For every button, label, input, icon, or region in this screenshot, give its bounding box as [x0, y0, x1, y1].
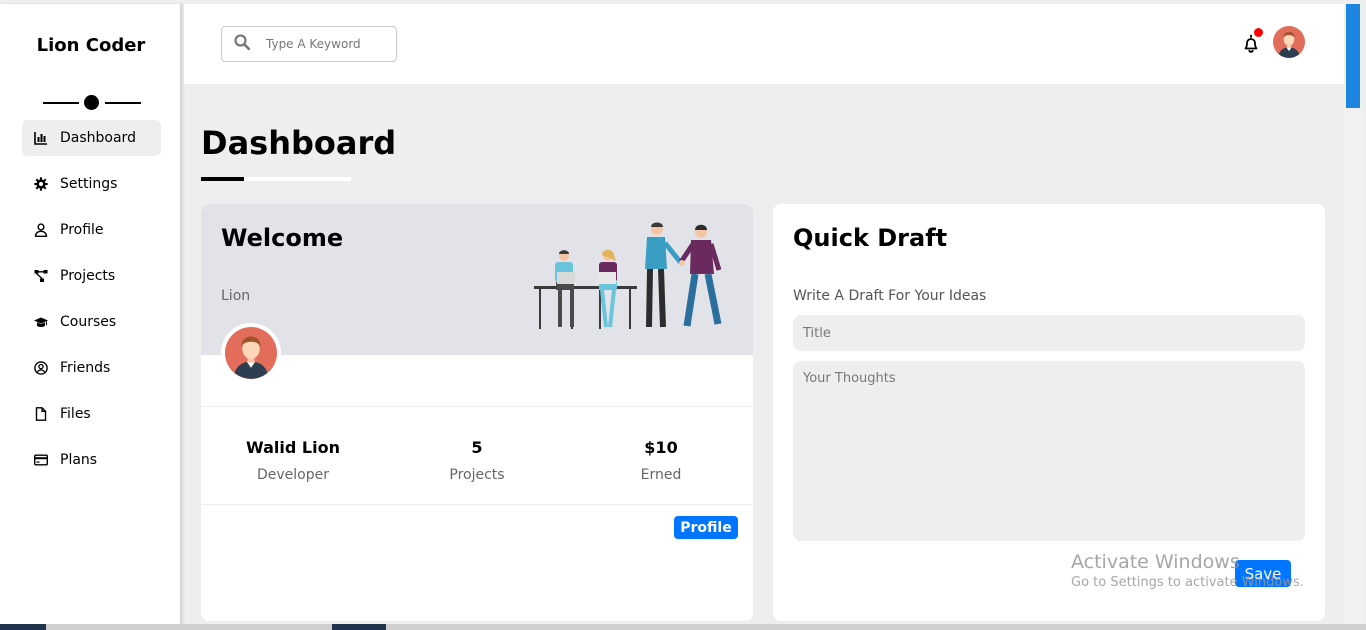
- taskbar-edge: [0, 624, 1366, 630]
- credit-card-icon: [34, 453, 48, 467]
- stat-value: Walid Lion: [246, 438, 340, 457]
- sidebar-item-profile[interactable]: Profile: [22, 212, 161, 248]
- gear-icon: [34, 177, 48, 191]
- sidebar-item-label: Dashboard: [60, 130, 136, 146]
- diagram-project-icon: [34, 269, 48, 283]
- user-circle-icon: [34, 361, 48, 375]
- stat-name: Walid Lion Developer: [201, 407, 385, 504]
- quick-draft-title: Quick Draft: [793, 224, 948, 252]
- sidebar-nav: Dashboard Settings Profile Projects Cour…: [22, 120, 161, 488]
- sidebar-item-label: Courses: [60, 314, 117, 330]
- bell-icon[interactable]: [1241, 34, 1261, 54]
- sidebar-item-label: Profile: [60, 222, 104, 238]
- file-icon: [34, 407, 48, 421]
- quick-draft-card: Quick Draft Write A Draft For Your Ideas…: [773, 204, 1325, 621]
- sidebar-item-label: Plans: [60, 452, 98, 468]
- quick-draft-subtitle: Write A Draft For Your Ideas: [793, 288, 987, 304]
- graduation-cap-icon: [34, 315, 48, 329]
- welcome-title: Welcome: [221, 224, 344, 252]
- stat-label: Projects: [449, 467, 505, 483]
- sidebar-item-files[interactable]: Files: [22, 396, 161, 432]
- sidebar-item-settings[interactable]: Settings: [22, 166, 161, 202]
- sidebar-item-projects[interactable]: Projects: [22, 258, 161, 294]
- stat-earned: $10 Erned: [569, 407, 753, 504]
- welcome-header: Welcome Lion: [201, 204, 753, 355]
- sidebar-item-label: Projects: [60, 268, 116, 284]
- profile-button[interactable]: Profile: [674, 516, 738, 539]
- chart-bar-icon: [34, 131, 48, 145]
- sidebar-item-friends[interactable]: Friends: [22, 350, 161, 386]
- stat-projects: 5 Projects: [385, 407, 569, 504]
- stat-label: Developer: [256, 467, 329, 483]
- user-icon: [34, 223, 48, 237]
- top-header: [184, 4, 1344, 84]
- brand-divider: [43, 94, 141, 110]
- page-title: Dashboard: [201, 124, 397, 162]
- sidebar-item-label: Files: [60, 406, 91, 422]
- stat-label: Erned: [640, 467, 682, 483]
- welcome-name: Lion: [221, 288, 251, 304]
- stat-value: 5: [471, 438, 483, 457]
- avatar: [221, 323, 281, 383]
- welcome-stats: Walid Lion Developer 5 Projects $10 Erne…: [201, 406, 753, 505]
- notification-dot: [1254, 28, 1263, 37]
- avatar[interactable]: [1273, 26, 1305, 58]
- search-icon: [234, 34, 251, 54]
- sidebar-item-label: Settings: [60, 176, 118, 192]
- stat-value: $10: [644, 438, 678, 457]
- search-box[interactable]: [221, 26, 397, 62]
- team-illustration: [534, 222, 722, 329]
- sidebar-item-dashboard[interactable]: Dashboard: [22, 120, 161, 156]
- sidebar-item-courses[interactable]: Courses: [22, 304, 161, 340]
- search-input[interactable]: [266, 37, 386, 51]
- welcome-card: Welcome Lion Walid Lion Developer 5 Proj…: [201, 204, 753, 621]
- title-underline: [201, 177, 351, 181]
- brand-title: Lion Coder: [36, 35, 146, 56]
- scrollbar-thumb[interactable]: [1346, 4, 1360, 108]
- sidebar: Lion Coder Dashboard Settings Profile Pr…: [0, 4, 182, 624]
- save-button[interactable]: Save: [1235, 560, 1291, 587]
- sidebar-item-label: Friends: [60, 360, 111, 376]
- sidebar-item-plans[interactable]: Plans: [22, 442, 161, 478]
- draft-title-input[interactable]: [793, 315, 1305, 351]
- draft-thoughts-textarea[interactable]: [793, 361, 1305, 541]
